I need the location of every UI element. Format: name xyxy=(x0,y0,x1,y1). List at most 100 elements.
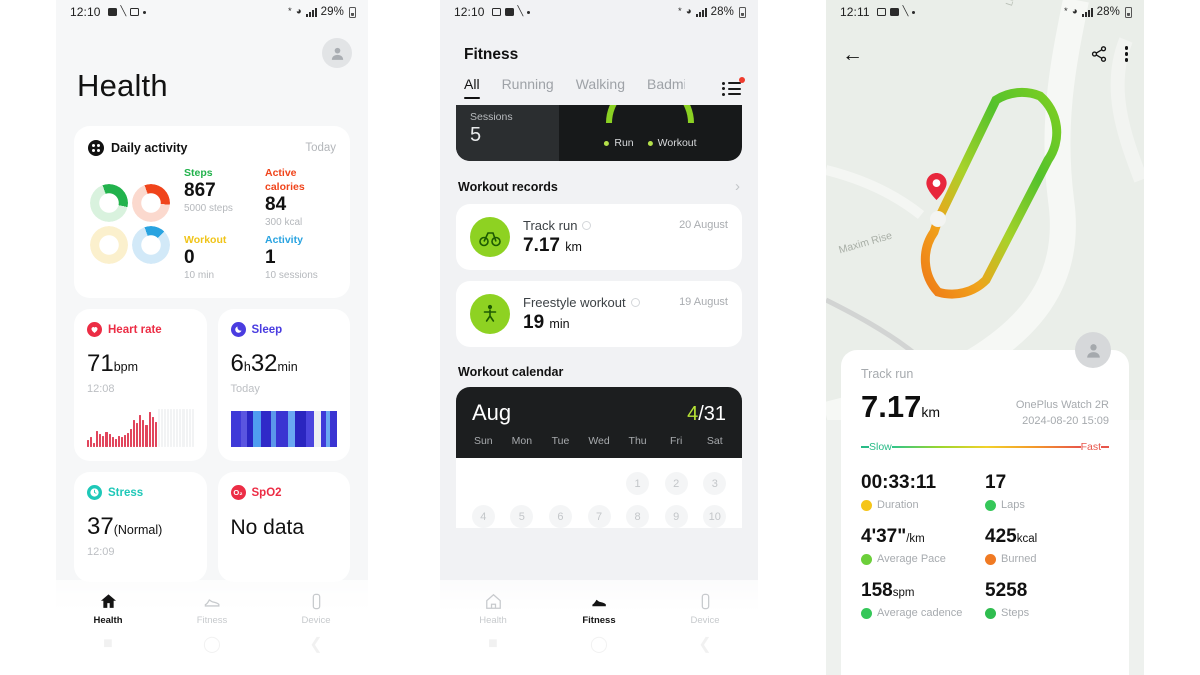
calendar-day[interactable]: 2 xyxy=(657,472,696,495)
ghost-square: ■ xyxy=(103,635,113,652)
heart-rate-card[interactable]: Heart rate 71bpm 12:08 xyxy=(74,309,207,461)
tab-walking[interactable]: Walking xyxy=(576,76,625,101)
health-content: Daily activity Today Steps 867 5000 step… xyxy=(56,104,368,582)
bottom-nav-health: Health Fitness Device ■ ◯ ❮ xyxy=(56,580,368,675)
stress-value: 37(Normal) xyxy=(87,513,194,544)
stat-burned: 425kcal Burned xyxy=(985,525,1109,565)
calendar-day[interactable]: 5 xyxy=(503,505,542,528)
nav-item-health[interactable]: Health xyxy=(56,592,160,626)
ghost-back: ❮ xyxy=(309,636,323,653)
spo2-card[interactable]: O₂ SpO2 No data xyxy=(217,472,350,582)
health-row-2: Heart rate 71bpm 12:08 Sleep 6h32min Tod… xyxy=(74,309,350,461)
nav-item-health[interactable]: Health xyxy=(440,592,546,626)
nav-label: Device xyxy=(690,615,720,626)
metric-label: Active calories xyxy=(265,167,305,193)
metric-label: Workout xyxy=(184,234,227,246)
share-icon[interactable] xyxy=(1090,45,1108,63)
sessions-summary-card[interactable]: Sessions 5 Run Workout xyxy=(456,105,742,161)
workout-meta: OnePlus Watch 2R 2024-08-20 15:09 xyxy=(1016,397,1109,429)
status-bar-right: * ◕ 29% xyxy=(288,6,356,18)
gesture-hint-bar: ■ ◯ ❮ xyxy=(56,627,368,661)
workout-record-text: Track run 7.17 km xyxy=(523,218,592,257)
back-arrow-icon[interactable]: ← xyxy=(842,44,863,65)
stat-label-row: Laps xyxy=(985,499,1109,511)
nav-item-fitness[interactable]: Fitness xyxy=(160,592,264,626)
nav-label: Fitness xyxy=(196,615,228,626)
avatar[interactable] xyxy=(322,38,352,68)
metric-value: 867 xyxy=(184,180,216,201)
calendar-day[interactable]: 6 xyxy=(541,505,580,528)
calendar-day[interactable]: 10 xyxy=(695,505,734,528)
shoe-icon xyxy=(591,599,606,607)
pace-legend: Slow Fast xyxy=(861,441,1109,453)
chevron-right-icon[interactable]: › xyxy=(735,179,740,194)
heart-rate-number: 71 xyxy=(87,350,114,377)
health-screen: 12:10 ╲ * ◕ 29% Health Daily activity To… xyxy=(56,0,368,675)
wifi-icon: ◕ xyxy=(685,6,692,18)
home-icon xyxy=(100,594,116,608)
calendar-day[interactable]: 8 xyxy=(618,505,657,528)
workout-record-row[interactable]: Freestyle workout 19 min 19 August xyxy=(456,281,742,347)
heart-rate-label: Heart rate xyxy=(108,323,162,336)
nav-item-device[interactable]: Device xyxy=(652,592,758,626)
daily-activity-card[interactable]: Daily activity Today Steps 867 5000 step… xyxy=(74,126,350,298)
workout-calendar[interactable]: Aug 4/31 Sun Mon Tue Wed Thu Fri Sat xyxy=(456,387,742,458)
stat-duration: 00:33:11 Duration xyxy=(861,471,985,511)
workout-datetime: 2024-08-20 15:09 xyxy=(1022,415,1109,427)
stat-value: 00:33:11 xyxy=(861,472,937,493)
wifi-icon: ◕ xyxy=(295,6,302,18)
calendar-day[interactable]: 3 xyxy=(695,472,734,495)
o2-icon: O₂ xyxy=(230,485,246,500)
ring-activity xyxy=(132,226,170,264)
cadence-icon xyxy=(861,607,872,619)
page-title: Health xyxy=(77,68,168,103)
sleep-hours: 6 xyxy=(230,350,244,377)
sessions-block: Sessions 5 xyxy=(456,105,559,161)
calendar-top: Aug 4/31 xyxy=(456,387,742,426)
nav-item-device[interactable]: Device xyxy=(264,592,368,626)
stress-state: (Normal) xyxy=(113,523,163,537)
stat-label: Duration xyxy=(877,499,919,511)
calendar-day[interactable]: 9 xyxy=(657,505,696,528)
calendar-day xyxy=(541,472,580,495)
pace-gradient-bar xyxy=(891,446,1081,448)
spo2-header: O₂ SpO2 xyxy=(230,485,338,500)
stress-card[interactable]: Stress 37(Normal) 12:09 xyxy=(74,472,207,582)
daily-activity-title-group: Daily activity xyxy=(88,140,187,156)
bluetooth-icon: * xyxy=(288,6,292,18)
avatar[interactable] xyxy=(1075,332,1111,368)
dow: Fri xyxy=(670,435,683,447)
workout-summary-card: Track run 7.17km OnePlus Watch 2R 2024-0… xyxy=(841,332,1129,675)
calendar-month: Aug xyxy=(472,400,512,425)
legend-label: Run xyxy=(614,137,634,149)
ring-workout xyxy=(90,226,128,264)
list-filter-icon[interactable] xyxy=(722,76,745,97)
workout-record-text: Freestyle workout 19 min xyxy=(523,295,640,334)
tab-all[interactable]: All xyxy=(464,76,480,101)
laps-icon xyxy=(985,499,996,511)
workout-record-row[interactable]: Track run 7.17 km 20 August xyxy=(456,204,742,270)
tab-badminton[interactable]: Badminton xyxy=(647,76,685,101)
ring-calories xyxy=(132,184,170,222)
calendar-day[interactable]: 4 xyxy=(464,505,503,528)
tab-running[interactable]: Running xyxy=(502,76,554,101)
page-title: Fitness xyxy=(464,46,519,63)
stat-label-row: Average cadence xyxy=(861,607,985,619)
sessions-label: Sessions xyxy=(470,111,513,123)
stat-label: Laps xyxy=(1001,499,1025,511)
watch-icon xyxy=(312,593,320,610)
battery-icon xyxy=(1125,6,1132,18)
toolbar-actions xyxy=(1090,45,1128,63)
map-marker-icon xyxy=(926,173,947,200)
kebab-menu-icon[interactable] xyxy=(1124,46,1128,62)
dow: Sun xyxy=(473,435,493,447)
nav-label: Health xyxy=(93,615,123,626)
nav-item-fitness[interactable]: Fitness xyxy=(546,592,652,626)
bottom-nav-fitness: Health Fitness Device ■ ◯ ❮ xyxy=(440,580,758,675)
person-icon xyxy=(470,294,510,334)
calendar-day[interactable]: 1 xyxy=(618,472,657,495)
workout-records-header[interactable]: Workout records › xyxy=(458,179,740,194)
workout-calendar-header: Workout calendar xyxy=(458,365,740,379)
sleep-card[interactable]: Sleep 6h32min Today xyxy=(217,309,350,461)
calendar-day[interactable]: 7 xyxy=(580,505,619,528)
